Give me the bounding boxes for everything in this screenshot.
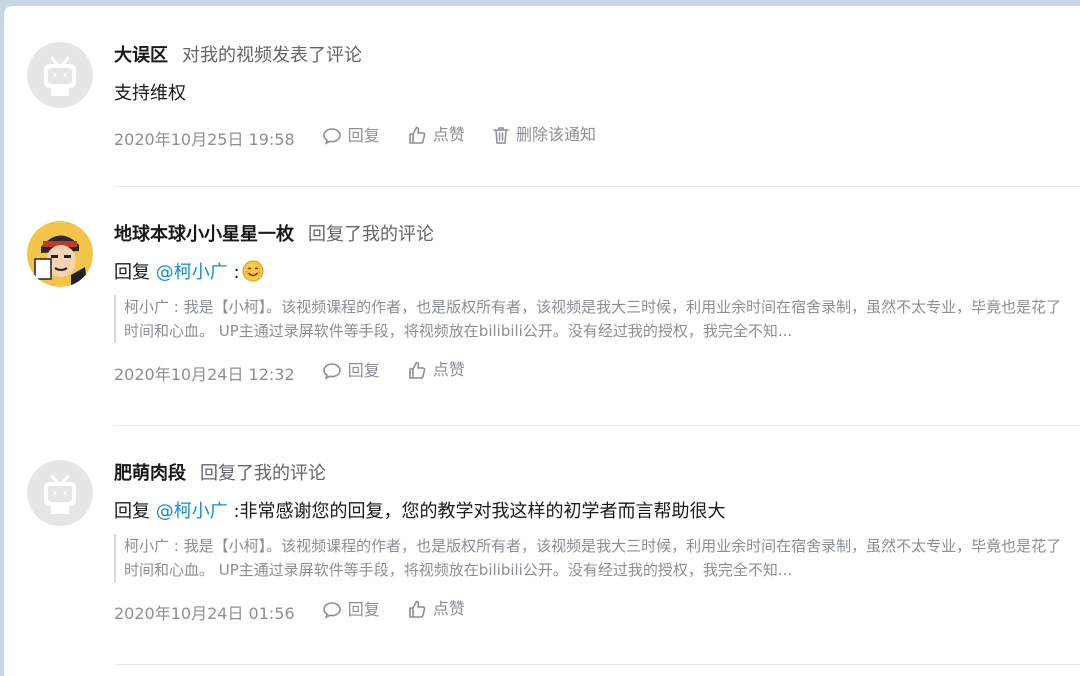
reply-text: 回复 @柯小广 :非常感谢您的回复，您的教学对我这样的初学者而言帮助很大 [114, 498, 1080, 526]
like-button[interactable]: 点赞 [407, 122, 465, 148]
comment-text: 支持维权 [114, 83, 186, 104]
quoted-comment: 柯小广 : 我是【小柯】。该视频课程的作者，也是版权所有者，该视频是我大三时候，… [114, 295, 1070, 343]
thumbs-up-icon [409, 600, 426, 618]
like-button[interactable]: 点赞 [407, 596, 465, 622]
comment-icon [322, 602, 341, 619]
reply-button[interactable]: 回复 [322, 358, 380, 384]
divider [114, 425, 1080, 426]
smile-emoji-icon [242, 260, 264, 291]
reply-button[interactable]: 回复 [322, 597, 380, 623]
quoted-comment: 柯小广 : 我是【小柯】。该视频课程的作者，也是版权所有者，该视频是我大三时候，… [114, 534, 1070, 582]
reply-text: 回复 @柯小广 : [114, 259, 1080, 287]
trash-icon [493, 127, 509, 144]
timestamp: 2020年10月24日 01:56 [114, 604, 295, 623]
timestamp: 2020年10月25日 19:58 [114, 130, 295, 149]
separator: : [227, 501, 240, 522]
like-label: 点赞 [432, 360, 465, 379]
username[interactable]: 地球本球小小星星一枚 [114, 224, 294, 245]
username[interactable]: 肥萌肉段 [114, 463, 186, 484]
divider [114, 186, 1080, 187]
reply-prefix: 回复 [114, 501, 156, 522]
delete-label: 删除该通知 [515, 125, 596, 144]
like-label: 点赞 [432, 599, 465, 618]
like-label: 点赞 [432, 125, 465, 144]
notification-action: 回复了我的评论 [308, 224, 434, 245]
notification-action: 回复了我的评论 [200, 463, 326, 484]
thumbs-up-icon [409, 361, 426, 379]
like-button[interactable]: 点赞 [407, 357, 465, 383]
reply-body: 非常感谢您的回复，您的教学对我这样的初学者而言帮助很大 [239, 501, 726, 522]
username[interactable]: 大误区 [114, 45, 168, 66]
separator: : [227, 262, 240, 283]
reply-label: 回复 [347, 361, 380, 380]
reply-label: 回复 [347, 126, 380, 145]
default-tv-avatar-icon [27, 460, 93, 526]
comment-icon [322, 363, 341, 380]
avatar[interactable] [27, 42, 93, 108]
avatar[interactable] [27, 460, 93, 526]
reply-button[interactable]: 回复 [322, 123, 380, 149]
reply-prefix: 回复 [114, 262, 156, 283]
mention-link[interactable]: @柯小广 [156, 501, 228, 522]
default-tv-avatar-icon [27, 42, 93, 108]
thumbs-up-icon [409, 126, 426, 144]
avatar[interactable] [27, 221, 93, 287]
reply-label: 回复 [347, 600, 380, 619]
divider [114, 664, 1080, 665]
notification-action: 对我的视频发表了评论 [182, 45, 362, 66]
notification-panel: 大误区 对我的视频发表了评论 支持维权 2020年10月25日 19:58 回复 … [4, 6, 1080, 676]
timestamp: 2020年10月24日 12:32 [114, 365, 295, 384]
delete-notification-button[interactable]: 删除该通知 [492, 122, 596, 148]
mention-link[interactable]: @柯小广 [156, 262, 228, 283]
comment-icon [322, 128, 341, 145]
cartoon-avatar-icon [27, 221, 93, 287]
